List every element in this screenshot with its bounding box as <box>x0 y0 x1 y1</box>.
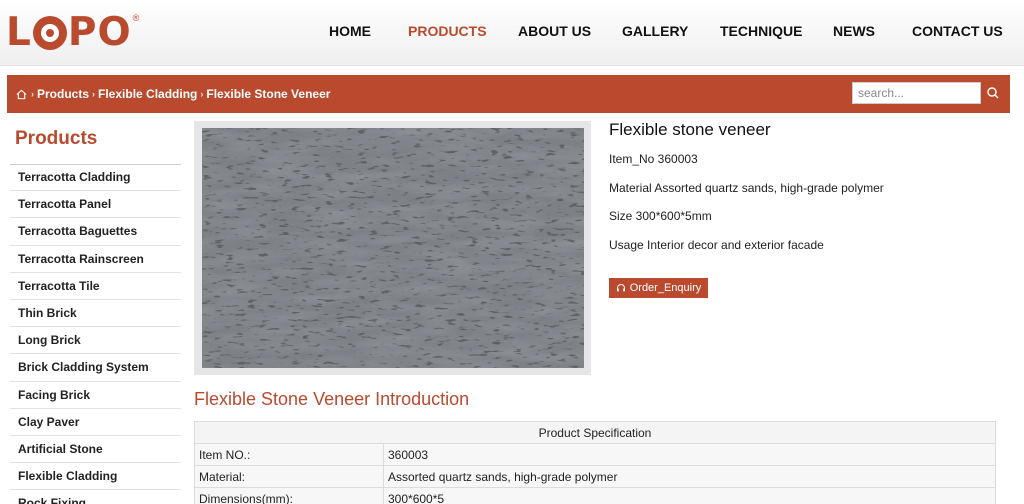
chevron-right-icon: › <box>92 89 96 99</box>
sidebar-item-terracotta-cladding[interactable]: Terracotta Cladding <box>10 164 181 192</box>
product-title: Flexible stone veneer <box>609 120 771 139</box>
breadcrumb-products[interactable]: Products <box>37 87 89 101</box>
chevron-right-icon: › <box>31 89 34 99</box>
sidebar-item-terracotta-panel[interactable]: Terracotta Panel <box>10 191 181 219</box>
nav-technique[interactable]: TECHNIQUE <box>720 23 802 39</box>
nav-home[interactable]: HOME <box>329 23 371 39</box>
order-enquiry-button[interactable]: Order_Enquiry <box>609 278 708 298</box>
search-input[interactable] <box>852 82 981 104</box>
spec-value: 300*600*5 <box>383 487 996 504</box>
sidebar-item-terracotta-baguettes[interactable]: Terracotta Baguettes <box>10 218 181 246</box>
sidebar-item-thin-brick[interactable]: Thin Brick <box>10 300 181 328</box>
chevron-right-icon: › <box>200 89 204 99</box>
breadcrumb-current[interactable]: Flexible Stone Veneer <box>206 87 330 101</box>
sidebar-item-terracotta-rainscreen[interactable]: Terracotta Rainscreen <box>10 246 181 273</box>
headset-icon <box>616 284 625 292</box>
site-header: L PO ® HOME PRODUCTS ABOUT US GALLERY TE… <box>0 0 1024 66</box>
product-size: Size 300*600*5mm <box>609 209 712 223</box>
spec-header: Product Specification <box>194 421 996 444</box>
sidebar-item-rock-fixing[interactable]: Rock Fixing <box>10 490 181 504</box>
main-nav: HOME PRODUCTS ABOUT US GALLERY TECHNIQUE… <box>0 23 1024 43</box>
sidebar-menu: Terracotta Cladding Terracotta Panel Ter… <box>10 164 181 504</box>
nav-products[interactable]: PRODUCTS <box>408 23 487 39</box>
table-row: Item NO.: 360003 <box>194 443 996 466</box>
sidebar-item-brick-cladding-system[interactable]: Brick Cladding System <box>10 354 181 382</box>
spec-key: Dimensions(mm): <box>194 487 384 504</box>
product-image[interactable] <box>202 128 584 368</box>
table-row: Material: Assorted quartz sands, high-gr… <box>194 465 996 488</box>
order-enquiry-label: Order_Enquiry <box>629 282 702 294</box>
breadcrumb-flexible-cladding[interactable]: Flexible Cladding <box>98 87 197 101</box>
nav-about-us[interactable]: ABOUT US <box>518 23 591 39</box>
sidebar-item-clay-paver[interactable]: Clay Paver <box>10 409 181 436</box>
registered-mark: ® <box>132 13 140 23</box>
sidebar-title: Products <box>15 128 98 149</box>
spec-key: Item NO.: <box>194 443 384 466</box>
spec-value: 360003 <box>383 443 996 466</box>
sidebar-item-facing-brick[interactable]: Facing Brick <box>10 382 181 409</box>
table-row: Dimensions(mm): 300*600*5 <box>194 487 996 504</box>
spec-key: Material: <box>194 465 384 488</box>
product-material: Material Assorted quartz sands, high-gra… <box>609 181 884 195</box>
spec-value: Assorted quartz sands, high-grade polyme… <box>383 465 996 488</box>
nav-gallery[interactable]: GALLERY <box>622 23 688 39</box>
product-item-no: Item_No 360003 <box>609 152 698 166</box>
section-title: Flexible Stone Veneer Introduction <box>194 389 470 409</box>
home-icon[interactable] <box>16 89 27 100</box>
product-image-frame <box>194 121 591 375</box>
spec-table: Product Specification Item NO.: 360003 M… <box>194 421 996 504</box>
product-usage: Usage Interior decor and exterior facade <box>609 238 824 252</box>
nav-news[interactable]: NEWS <box>833 23 875 39</box>
sidebar-item-artificial-stone[interactable]: Artificial Stone <box>10 436 181 464</box>
breadcrumb: › Products › Flexible Cladding › Flexibl… <box>16 87 330 101</box>
spec-header-row: Product Specification <box>194 421 996 444</box>
sidebar-item-terracotta-tile[interactable]: Terracotta Tile <box>10 273 181 300</box>
sidebar-item-long-brick[interactable]: Long Brick <box>10 327 181 355</box>
sidebar-item-flexible-cladding[interactable]: Flexible Cladding <box>10 463 181 491</box>
nav-contact-us[interactable]: CONTACT US <box>912 23 1003 39</box>
search-icon[interactable] <box>984 84 1002 102</box>
